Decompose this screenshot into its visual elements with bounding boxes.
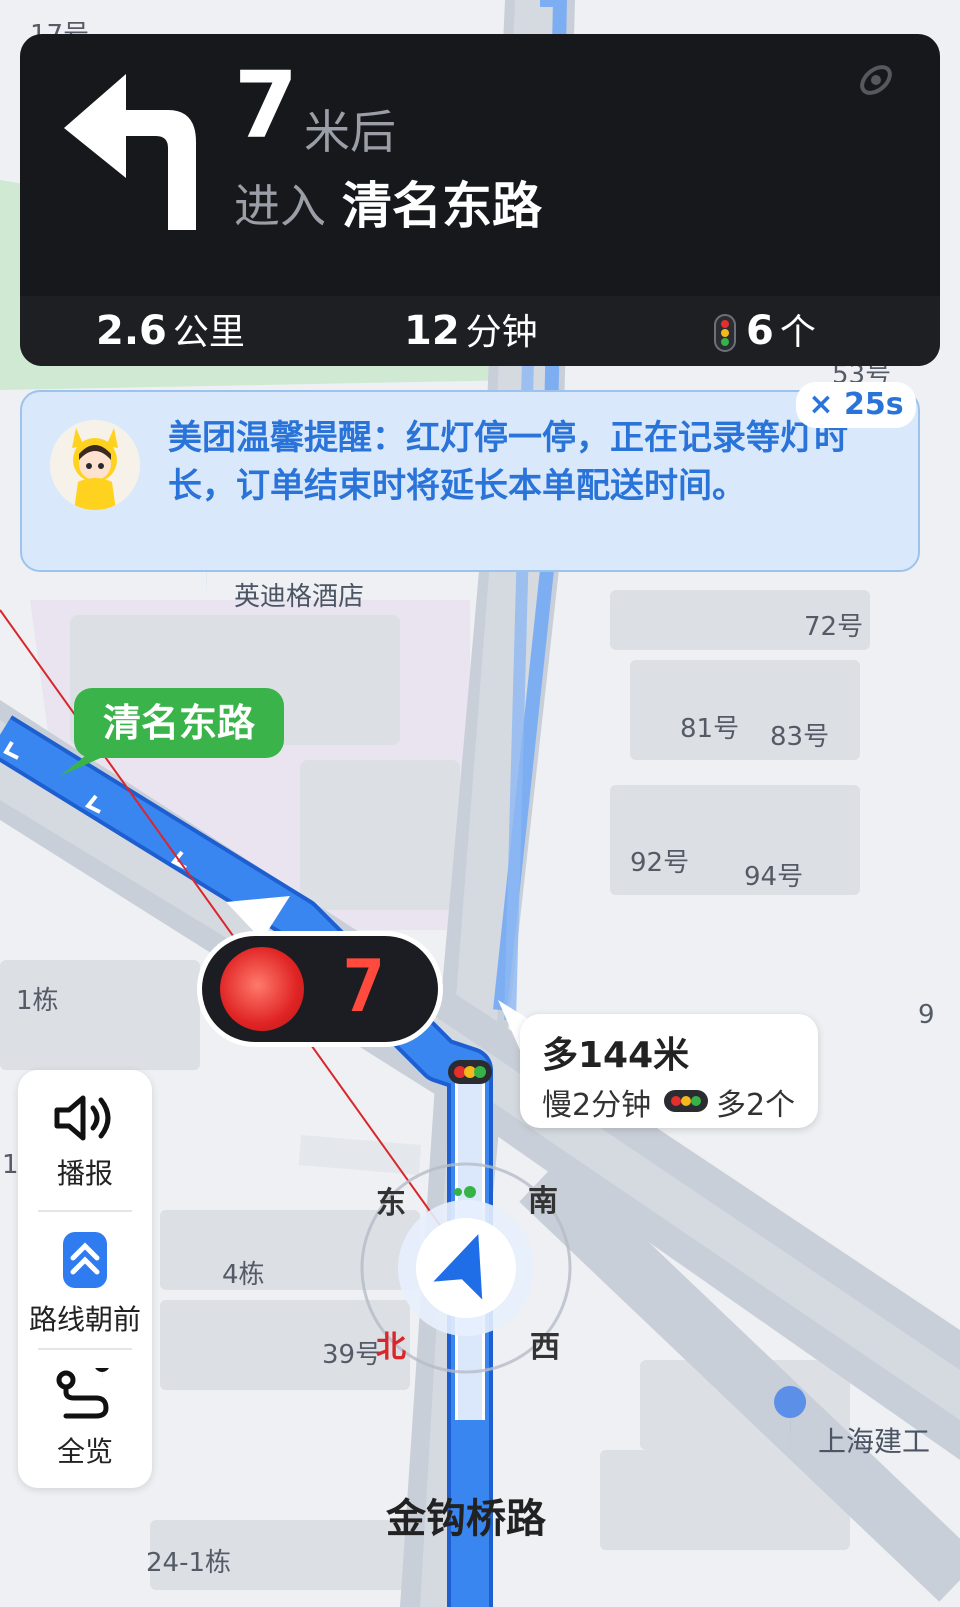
label-left-cut: 1	[2, 1150, 19, 1180]
remaining-distance-value: 2.6	[96, 308, 167, 354]
route-overview-icon	[56, 1356, 111, 1419]
traffic-lights-unit: 个	[779, 312, 816, 353]
close-reminder-button[interactable]: × 25s	[796, 382, 916, 428]
label-1-building: 1栋	[16, 986, 59, 1016]
traffic-lights-count: 6个	[714, 296, 816, 366]
divider	[38, 1210, 132, 1212]
compass-east: 东	[376, 1186, 406, 1221]
current-road-name: 金钩桥路	[386, 1496, 546, 1542]
voice-broadcast-button[interactable]: 播报	[18, 1092, 152, 1192]
remaining-distance-unit: 公里	[172, 312, 245, 353]
turn-distance-unit: 米后	[304, 105, 396, 159]
compass-west: 西	[530, 1330, 560, 1365]
label-92: 92号	[630, 848, 690, 878]
poi-bottom-right-label[interactable]: 上海建工	[818, 1420, 930, 1460]
heading-up-button[interactable]: 路线朝前	[18, 1230, 152, 1338]
overview-button[interactable]: 全览	[18, 1356, 152, 1470]
alternative-route-bubble[interactable]: 多144米 慢2分钟 多2个	[520, 1014, 818, 1128]
enter-label: 进入	[234, 179, 326, 233]
next-road-name: 清名东路	[342, 177, 542, 235]
heading-up-icon	[63, 1232, 107, 1288]
red-light-icon	[220, 947, 304, 1031]
compass-south: 南	[528, 1184, 558, 1219]
reminder-banner: 美团温馨提醒：红灯停一停，正在记录等灯时长，订单结束时将延长本单配送时间。	[20, 390, 920, 572]
traffic-light-icon	[714, 314, 736, 352]
navigation-card: 7 米后 进入 清名东路 2.6 公里 12 分钟 6个	[20, 34, 940, 366]
traffic-light-countdown: 7	[202, 936, 438, 1042]
road-name-tag: 清名东路	[74, 688, 284, 758]
label-83: 83号	[770, 722, 830, 752]
divider	[38, 1348, 132, 1350]
poi-hotel-label[interactable]: 英迪格酒店	[234, 576, 364, 613]
remaining-time: 12 分钟	[404, 296, 538, 366]
label-81: 81号	[680, 714, 740, 744]
label-24-1-building: 24-1栋	[146, 1548, 232, 1578]
label-39: 39号	[322, 1340, 382, 1370]
extra-lights: 多2个	[716, 1088, 796, 1123]
countdown-seconds: 7	[342, 944, 386, 1028]
speaker-icon	[54, 1095, 111, 1141]
traffic-lights-value: 6	[746, 308, 774, 354]
turn-left-arrow-icon	[64, 74, 196, 230]
slower-time: 慢2分钟	[542, 1088, 652, 1123]
compass-north: 北	[376, 1330, 406, 1365]
gps-signal-icon	[860, 65, 892, 95]
remaining-time-unit: 分钟	[465, 312, 538, 353]
heading-up-label: 路线朝前	[28, 1303, 141, 1336]
label-right-9: 9	[918, 1000, 935, 1030]
assistant-avatar	[50, 420, 140, 510]
reminder-text: 美团温馨提醒：红灯停一停，正在记录等灯时长，订单结束时将延长本单配送时间。	[168, 418, 848, 506]
label-94: 94号	[744, 862, 804, 892]
remaining-distance: 2.6 公里	[96, 296, 245, 366]
side-controls: 播报 路线朝前 全览	[18, 1070, 152, 1488]
label-4-building: 4栋	[222, 1260, 265, 1290]
overview-label: 全览	[56, 1435, 113, 1468]
turn-distance: 7	[234, 52, 299, 159]
traffic-light-mini-icon	[664, 1090, 708, 1112]
remaining-time-value: 12	[404, 308, 460, 354]
extra-distance: 多144米	[542, 1035, 690, 1076]
voice-label: 播报	[56, 1157, 113, 1190]
label-72: 72号	[804, 612, 864, 642]
